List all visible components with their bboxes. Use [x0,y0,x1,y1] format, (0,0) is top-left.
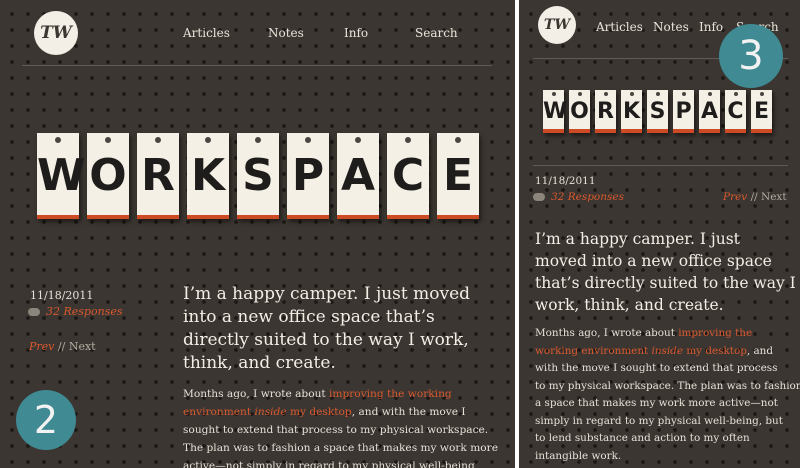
banner-tile: K [621,90,642,133]
header-divider [22,65,492,66]
inline-link[interactable]: working environment inside my desktop [535,345,747,357]
banner-tile: A [699,90,720,133]
site-logo[interactable]: TW [538,6,576,44]
comment-icon [28,308,40,316]
inline-link[interactable]: improving the [678,327,752,339]
step-badge: 2 [16,390,76,450]
banner-tile: E [751,90,772,133]
next-link[interactable]: Next [761,191,787,203]
nav-info[interactable]: Info [344,26,368,40]
banner-tile: W [543,90,567,133]
banner-tile: P [287,133,329,219]
post-headline: I’m a happy camper. I just moved into a … [183,284,471,373]
prev-link[interactable]: Prev [723,191,747,203]
banner-tile: C [725,90,746,133]
banner-tile: R [137,133,179,219]
nav-search[interactable]: Search [415,26,458,40]
pagination-separator: // [57,340,66,353]
left-layout-preview: TW Articles Notes Info Search W O R K S … [0,0,515,468]
post-pagination: Prev // Next [723,191,787,203]
responses-link[interactable]: 32 Responses [533,191,624,203]
banner-tile: C [387,133,429,219]
workspace-banner: W O R K S P A C E [37,133,479,219]
site-logo[interactable]: TW [34,11,78,55]
post-body: Months ago, I wrote about improving the … [183,388,498,468]
banner-tile: O [569,90,590,133]
comment-icon [533,193,545,201]
nav-articles[interactable]: Articles [183,26,230,40]
post-body: Months ago, I wrote about improving the … [535,327,800,462]
inline-link[interactable]: environment inside my desktop [183,406,352,418]
post-date: 11/18/2011 [30,289,94,302]
banner-tile: W [37,133,86,219]
nav-notes[interactable]: Notes [653,20,689,34]
nav-notes[interactable]: Notes [268,26,304,40]
banner-tile: O [87,133,129,219]
banner-tile: A [337,133,379,219]
banner-tile: S [237,133,279,219]
post-date: 11/18/2011 [535,175,596,187]
banner-tile: P [673,90,694,133]
banner-tile: S [647,90,668,133]
banner-tile: E [437,133,479,219]
prev-link[interactable]: Prev [29,340,54,353]
inline-link[interactable]: improving the working [329,388,452,400]
nav-info[interactable]: Info [699,20,723,34]
workspace-banner: W O R K S P A C E [543,90,772,133]
banner-tile: K [187,133,229,219]
step-badge: 3 [719,24,783,88]
post-headline: I’m a happy camper. I just moved into a … [535,230,796,314]
responses-link[interactable]: 32 Responses [28,305,122,318]
pagination-separator: // [750,191,758,203]
nav-articles[interactable]: Articles [596,20,643,34]
right-layout-preview: TW Articles Notes Info Search W O R K S … [519,0,800,468]
banner-tile: R [595,90,616,133]
banner-divider [533,165,788,166]
next-link[interactable]: Next [69,340,96,353]
post-pagination: Prev // Next [29,340,96,353]
